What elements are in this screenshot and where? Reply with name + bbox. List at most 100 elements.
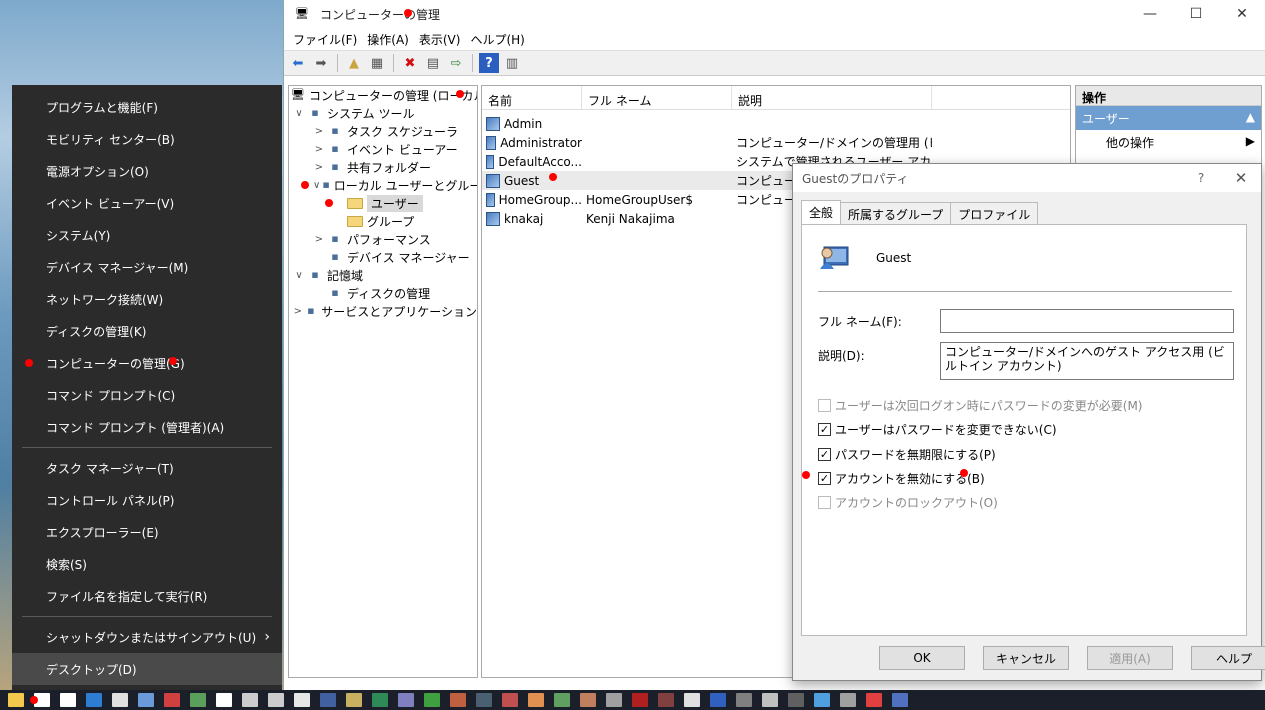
- show-hide-tree-icon[interactable]: ▦: [367, 53, 387, 73]
- taskbar-app-icon[interactable]: [840, 693, 856, 707]
- taskbar-app-icon[interactable]: [138, 693, 154, 707]
- checkbox-icon[interactable]: [818, 496, 831, 509]
- taskbar-app-icon[interactable]: [242, 693, 258, 707]
- taskbar-app-icon[interactable]: [710, 693, 726, 707]
- taskbar-app-icon[interactable]: [372, 693, 388, 707]
- context-menu-item[interactable]: コントロール パネル(P): [12, 484, 282, 516]
- tab-general[interactable]: 全般: [801, 200, 842, 224]
- tree-item[interactable]: > ▪ タスク スケジューラ: [289, 122, 477, 140]
- taskbar-app-icon[interactable]: [736, 693, 752, 707]
- fullname-field[interactable]: [940, 309, 1234, 333]
- tree-item[interactable]: ▪ ディスクの管理: [289, 284, 477, 302]
- menu-help[interactable]: ヘルプ(H): [465, 31, 529, 48]
- help-icon[interactable]: ?: [479, 53, 499, 73]
- taskbar-app-icon[interactable]: [814, 693, 830, 707]
- dialog-title-bar[interactable]: Guestのプロパティ ? ✕: [793, 164, 1261, 192]
- option-checkbox[interactable]: アカウントのロックアウト(O): [818, 494, 998, 511]
- forward-icon[interactable]: ➡: [311, 53, 331, 73]
- column-description[interactable]: 説明: [732, 86, 932, 109]
- menu-action[interactable]: 操作(A): [362, 31, 414, 48]
- context-menu-item[interactable]: デスクトップ(D): [12, 653, 282, 685]
- title-bar[interactable]: 🖥 コンピューターの管理 — ☐ ✕: [284, 0, 1265, 28]
- context-menu-item[interactable]: システム(Y): [12, 219, 282, 251]
- menu-view[interactable]: 表示(V): [414, 31, 466, 48]
- context-menu-item[interactable]: シャットダウンまたはサインアウト(U) ›: [12, 621, 282, 653]
- context-menu-item[interactable]: コマンド プロンプト(C): [12, 379, 282, 411]
- taskbar-app-icon[interactable]: [866, 693, 882, 707]
- tree-item[interactable]: > ▪ 共有フォルダー: [289, 158, 477, 176]
- list-item[interactable]: Admin: [482, 114, 1070, 133]
- taskbar-app-icon[interactable]: [294, 693, 310, 707]
- taskbar-app-icon[interactable]: [762, 693, 778, 707]
- tree-root[interactable]: 🖥 コンピューターの管理 (ローカル): [289, 86, 477, 104]
- checkbox-icon[interactable]: ✓: [818, 448, 831, 461]
- taskbar-app-icon[interactable]: [346, 693, 362, 707]
- tree-item[interactable]: ユーザー: [289, 194, 477, 212]
- taskbar-app-icon[interactable]: [450, 693, 466, 707]
- description-field[interactable]: コンピューター/ドメインへのゲスト アクセス用 (ビルトイン アカウント): [940, 342, 1234, 380]
- taskbar-app-icon[interactable]: [190, 693, 206, 707]
- taskbar-app-icon[interactable]: [476, 693, 492, 707]
- taskbar-app-icon[interactable]: [164, 693, 180, 707]
- taskbar-app-icon[interactable]: [528, 693, 544, 707]
- context-menu-item[interactable]: 電源オプション(O): [12, 155, 282, 187]
- taskbar-app-icon[interactable]: [112, 693, 128, 707]
- context-menu-item[interactable]: プログラムと機能(F): [12, 91, 282, 123]
- context-menu-item[interactable]: モビリティ センター(B): [12, 123, 282, 155]
- tree-item[interactable]: > ▪ イベント ビューアー: [289, 140, 477, 158]
- taskbar-app-icon[interactable]: [398, 693, 414, 707]
- checkbox-icon[interactable]: [818, 399, 831, 412]
- option-checkbox[interactable]: ユーザーは次回ログオン時にパスワードの変更が必要(M): [818, 397, 1142, 414]
- up-folder-icon[interactable]: ▲: [344, 53, 364, 73]
- column-fullname[interactable]: フル ネーム: [582, 86, 732, 109]
- expand-toggle-icon[interactable]: >: [313, 234, 325, 245]
- minimize-button[interactable]: —: [1127, 0, 1173, 28]
- delete-icon[interactable]: ✖: [400, 53, 420, 73]
- actions-users[interactable]: ユーザー ▲: [1076, 106, 1261, 130]
- taskbar-app-icon[interactable]: [606, 693, 622, 707]
- dialog-close-button[interactable]: ✕: [1221, 169, 1261, 187]
- context-menu-item[interactable]: コマンド プロンプト (管理者)(A): [12, 411, 282, 443]
- taskbar-app-icon[interactable]: [268, 693, 284, 707]
- option-checkbox[interactable]: ✓ パスワードを無期限にする(P): [818, 446, 996, 463]
- taskbar-app-icon[interactable]: [892, 693, 908, 707]
- apply-button[interactable]: 適用(A): [1087, 646, 1173, 670]
- list-item[interactable]: Administrator コンピューター/ドメインの管理用 (ビルト...: [482, 133, 1070, 152]
- context-menu-item[interactable]: ネットワーク接続(W): [12, 283, 282, 315]
- expand-toggle-icon[interactable]: ∨: [313, 180, 320, 191]
- context-menu-item[interactable]: タスク マネージャー(T): [12, 452, 282, 484]
- tree-item[interactable]: ∨ ▪ システム ツール: [289, 104, 477, 122]
- checkbox-icon[interactable]: ✓: [818, 423, 831, 436]
- tree-item[interactable]: ∨ ▪ 記憶域: [289, 266, 477, 284]
- context-menu-item[interactable]: コンピューターの管理(G): [12, 347, 282, 379]
- tree-item[interactable]: ▪ デバイス マネージャー: [289, 248, 477, 266]
- checkbox-icon[interactable]: ✓: [818, 472, 831, 485]
- column-name[interactable]: 名前: [482, 86, 582, 109]
- taskbar-app-icon[interactable]: [216, 693, 232, 707]
- context-menu-item[interactable]: イベント ビューアー(V): [12, 187, 282, 219]
- taskbar-app-icon[interactable]: [424, 693, 440, 707]
- properties-icon[interactable]: ▤: [423, 53, 443, 73]
- tab-member-of[interactable]: 所属するグループ: [840, 202, 952, 224]
- menu-file[interactable]: ファイル(F): [288, 31, 362, 48]
- ok-button[interactable]: OK: [879, 646, 965, 670]
- taskbar-app-icon[interactable]: [788, 693, 804, 707]
- taskbar-app-icon[interactable]: [8, 693, 24, 707]
- context-menu-item[interactable]: ディスクの管理(K): [12, 315, 282, 347]
- export-list-icon[interactable]: ⇨: [446, 53, 466, 73]
- tab-profile[interactable]: プロファイル: [950, 202, 1039, 224]
- tree-item[interactable]: > ▪ サービスとアプリケーション: [289, 302, 477, 320]
- context-menu-item[interactable]: デバイス マネージャー(M): [12, 251, 282, 283]
- tree-item[interactable]: グループ: [289, 212, 477, 230]
- taskbar-app-icon[interactable]: [580, 693, 596, 707]
- expand-toggle-icon[interactable]: ∨: [293, 108, 305, 119]
- maximize-button[interactable]: ☐: [1173, 0, 1219, 28]
- dialog-help-button[interactable]: ?: [1181, 171, 1221, 185]
- actions-more[interactable]: 他の操作 ▶: [1076, 130, 1261, 152]
- taskbar-app-icon[interactable]: [658, 693, 674, 707]
- taskbar-app-icon[interactable]: [86, 693, 102, 707]
- taskbar-app-icon[interactable]: [60, 693, 76, 707]
- back-icon[interactable]: ⬅: [288, 53, 308, 73]
- taskbar-app-icon[interactable]: [684, 693, 700, 707]
- expand-toggle-icon[interactable]: ∨: [293, 270, 305, 281]
